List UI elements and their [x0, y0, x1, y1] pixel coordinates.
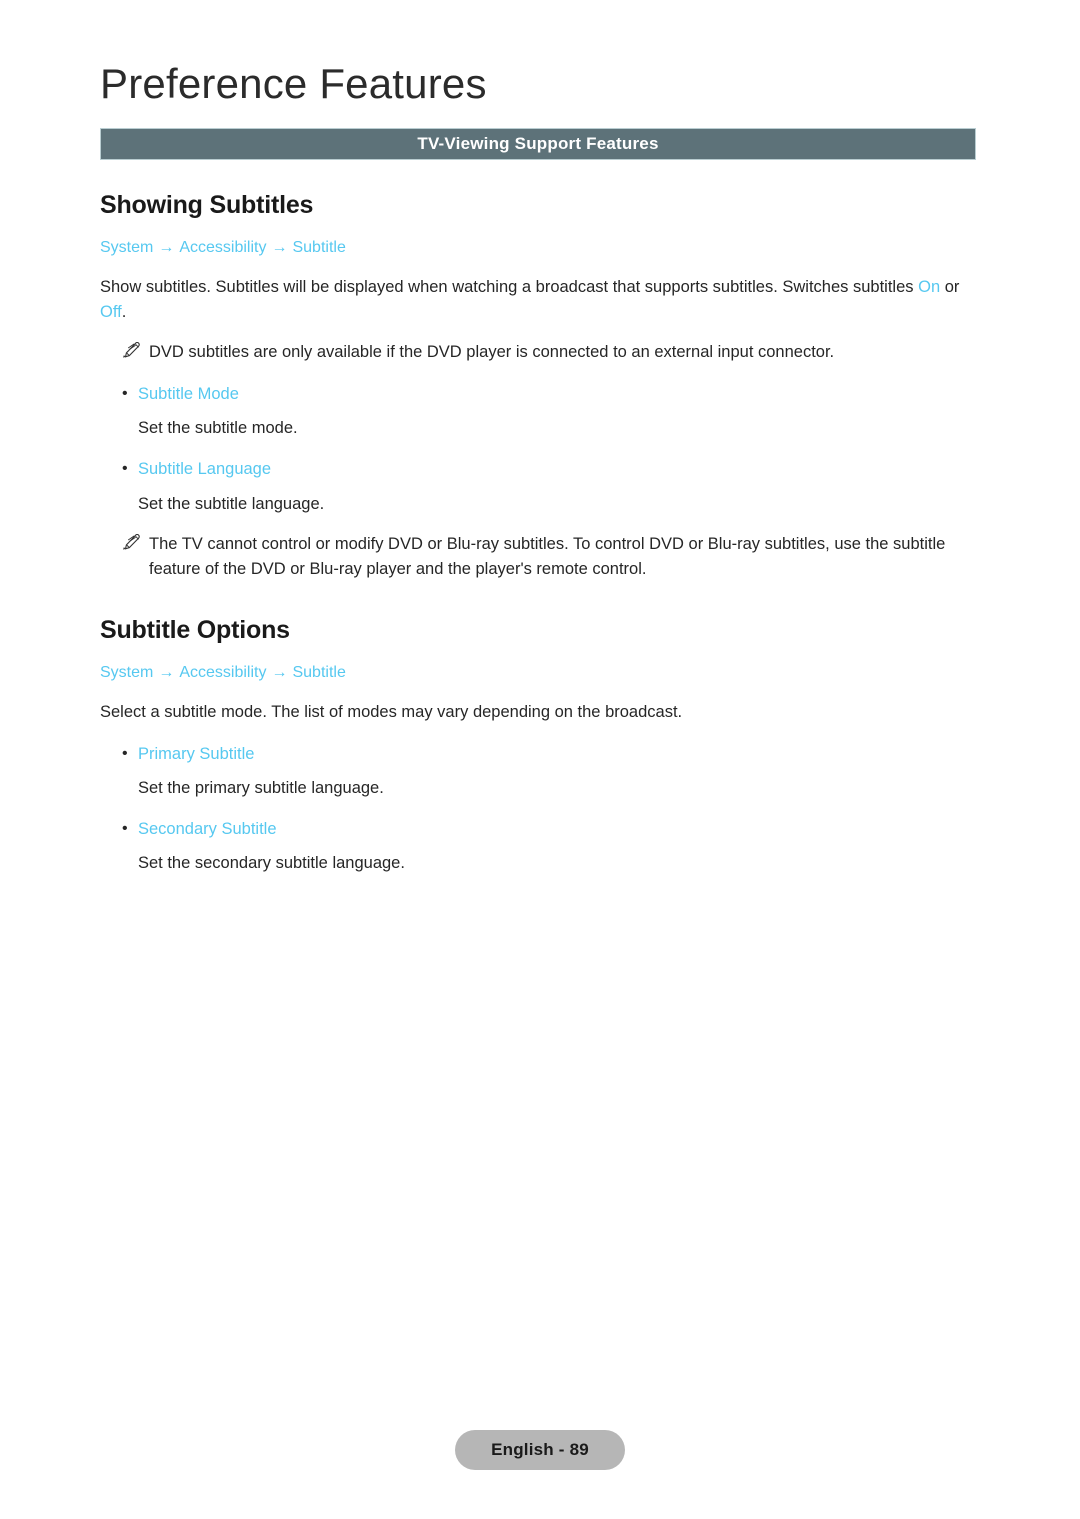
breadcrumb-item-system[interactable]: System	[100, 239, 153, 256]
footer-page-label: English - 89	[491, 1440, 589, 1459]
section-banner-label: TV-Viewing Support Features	[417, 134, 659, 153]
pencil-note-icon	[122, 342, 144, 358]
note-text-tv-cannot-control-dvd: The TV cannot control or modify DVD or B…	[149, 534, 946, 578]
arrow-right-icon: →	[158, 664, 175, 682]
breadcrumb-subtitle-options: System → Accessibility → Subtitle	[100, 663, 980, 684]
option-label-subtitle-mode[interactable]: Subtitle Mode	[138, 383, 980, 405]
feature-heading-showing-subtitles: Showing Subtitles	[100, 191, 314, 219]
bullet-icon: •	[122, 460, 128, 478]
option-secondary-subtitle: • Secondary Subtitle	[100, 818, 980, 840]
intro-paragraph-showing-subtitles: Show subtitles. Subtitles will be displa…	[100, 275, 980, 325]
intro-text-part2: or	[940, 277, 960, 296]
pencil-note-icon	[122, 533, 144, 550]
footer-page-indicator: English - 89	[455, 1430, 625, 1470]
arrow-right-icon: →	[271, 239, 288, 256]
bullet-icon: •	[122, 820, 128, 838]
note-text-dvd-external-input: DVD subtitles are only available if the …	[149, 343, 835, 362]
value-on: On	[918, 277, 941, 296]
bullet-icon: •	[122, 385, 128, 403]
option-description-secondary-subtitle: Set the secondary subtitle language.	[138, 854, 405, 873]
breadcrumb-item-accessibility[interactable]: Accessibility	[179, 664, 266, 681]
feature-heading-subtitle-options: Subtitle Options	[100, 616, 290, 645]
intro-paragraph-subtitle-options: Select a subtitle mode. The list of mode…	[100, 703, 683, 722]
option-label-subtitle-language[interactable]: Subtitle Language	[138, 458, 980, 480]
option-description-primary-subtitle: Set the primary subtitle language.	[138, 779, 384, 798]
intro-text-part1: Show subtitles. Subtitles will be displa…	[100, 277, 919, 296]
document-page: Preference Features TV-Viewing Support F…	[0, 0, 1080, 1519]
arrow-right-icon: →	[271, 664, 288, 682]
chapter-title: Preference Features	[100, 60, 487, 107]
breadcrumb-item-subtitle[interactable]: Subtitle	[292, 239, 345, 256]
value-off: Off	[100, 302, 122, 321]
option-subtitle-mode: • Subtitle Mode	[100, 383, 980, 405]
section-showing-subtitles: Showing Subtitles System → Accessibility → S…	[100, 190, 980, 581]
section-banner: TV-Viewing Support Features	[100, 128, 976, 160]
note-tv-cannot-control-dvd: The TV cannot control or modify DVD or B…	[100, 532, 980, 582]
intro-text-part3: .	[121, 302, 127, 321]
arrow-right-icon: →	[158, 239, 175, 256]
option-label-primary-subtitle[interactable]: Primary Subtitle	[138, 743, 980, 765]
breadcrumb-item-accessibility[interactable]: Accessibility	[179, 239, 266, 256]
option-primary-subtitle: • Primary Subtitle	[100, 743, 980, 765]
note-dvd-external-input: DVD subtitles are only available if the …	[100, 340, 980, 365]
breadcrumb-showing-subtitles: System → Accessibility → Subtitle	[100, 238, 980, 259]
option-label-secondary-subtitle[interactable]: Secondary Subtitle	[138, 818, 980, 840]
breadcrumb-item-subtitle[interactable]: Subtitle	[292, 664, 345, 681]
option-description-subtitle-mode: Set the subtitle mode.	[138, 419, 298, 438]
breadcrumb-item-system[interactable]: System	[100, 664, 153, 681]
bullet-icon: •	[122, 744, 128, 762]
content-column: Showing Subtitles System → Accessibility → S…	[100, 190, 980, 876]
option-subtitle-language: • Subtitle Language	[100, 458, 980, 480]
option-description-subtitle-language: Set the subtitle language.	[138, 494, 325, 513]
section-subtitle-options: Subtitle Options System → Accessibility → Su…	[100, 615, 980, 875]
